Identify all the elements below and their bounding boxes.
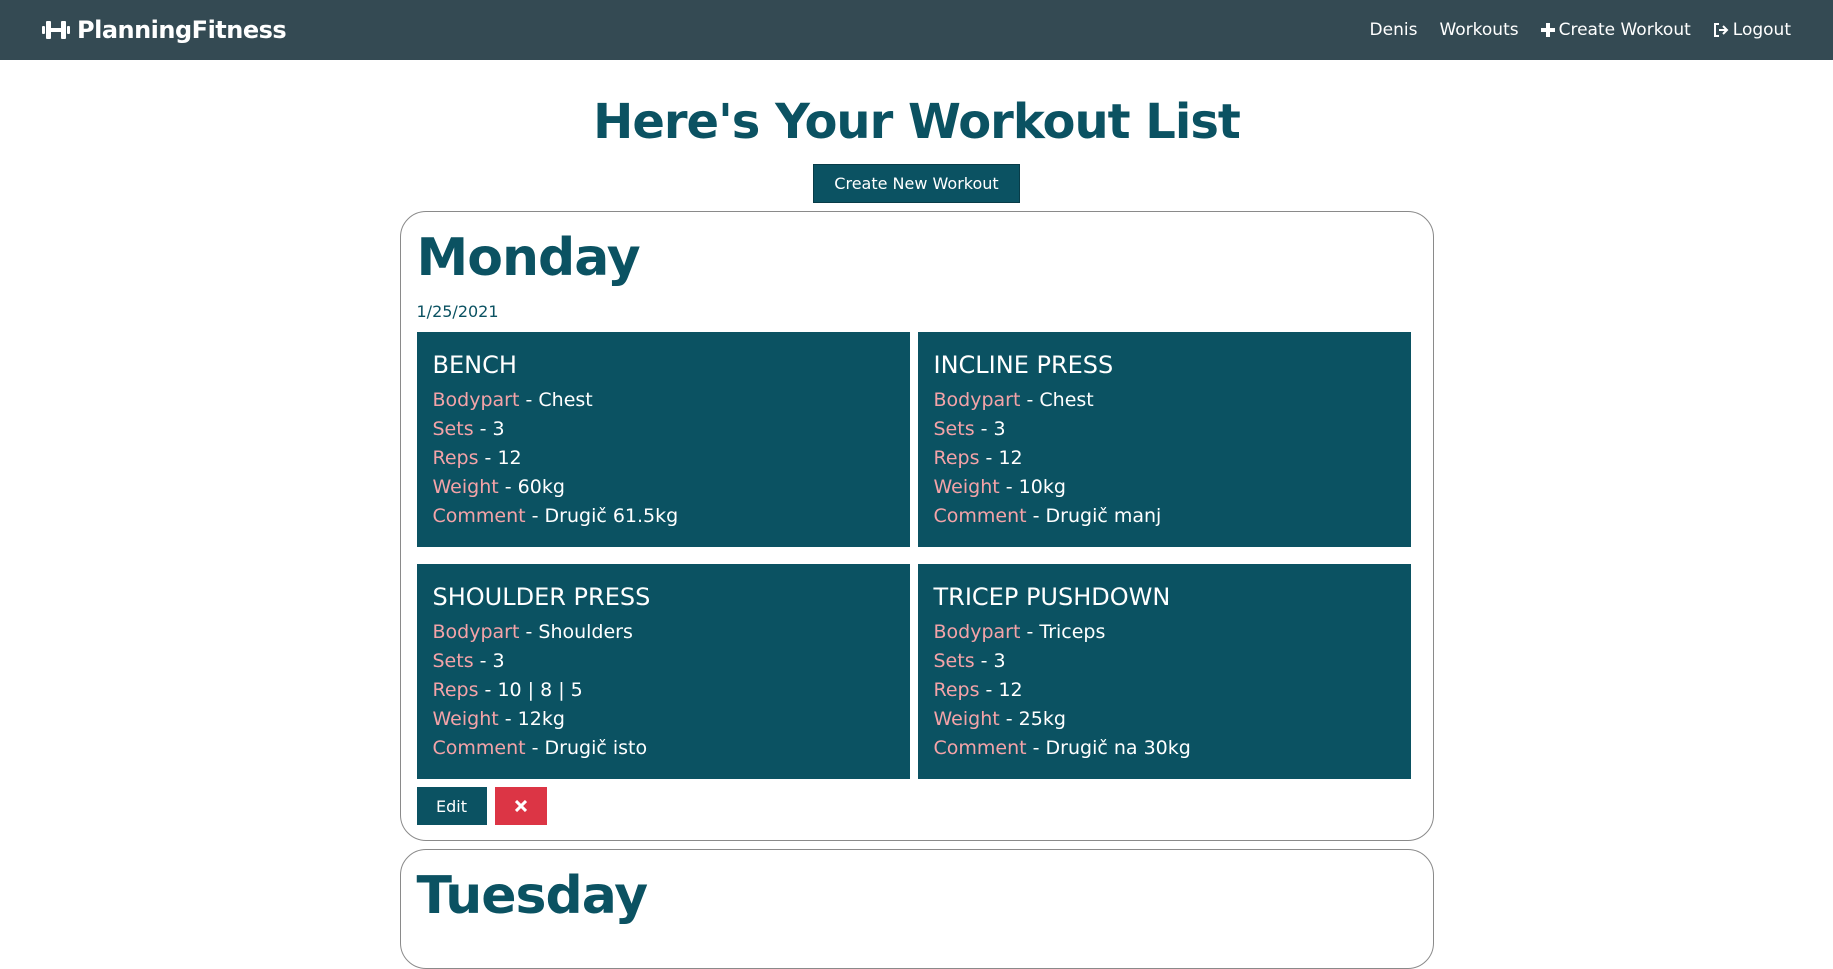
day-title: Tuesday — [416, 866, 649, 926]
page-title: Here's Your Workout List — [593, 94, 1241, 150]
reps-value: - 12 — [484, 447, 522, 469]
sets-value: - 3 — [980, 650, 1006, 672]
comment-value: - Drugič 61.5kg — [531, 505, 679, 527]
weight-value: - 60kg — [504, 476, 565, 498]
exercise-weight: Weight - 25kg — [934, 705, 1395, 734]
sets-label: Sets — [432, 418, 474, 440]
exercise-weight: Weight - 60kg — [433, 473, 894, 502]
nav-link-workouts[interactable]: Workouts — [1439, 20, 1518, 40]
exercise-reps: Reps - 12 — [433, 444, 894, 473]
exercise-grid: BENCH Bodypart - Chest Sets - 3 Reps - 1… — [416, 332, 1411, 779]
weight-value: - 12kg — [504, 708, 565, 730]
comment-label: Comment — [933, 505, 1027, 527]
bodypart-label: Bodypart — [432, 621, 520, 643]
bodypart-value: - Chest — [1026, 389, 1094, 411]
exercise-bodypart: Bodypart - Chest — [934, 386, 1395, 415]
dumbbell-icon — [42, 21, 70, 39]
sets-label: Sets — [933, 418, 975, 440]
navbar: PlanningFitness Denis Workouts Create Wo… — [0, 0, 1833, 60]
nav-link-logout[interactable]: Logout — [1713, 20, 1791, 40]
exercise-card: SHOULDER PRESS Bodypart - Shoulders Sets… — [416, 564, 910, 779]
exercise-name: BENCH — [432, 351, 517, 379]
weight-value: - 10kg — [1005, 476, 1066, 498]
comment-value: - Drugič manj — [1032, 505, 1162, 527]
exercise-card: TRICEP PUSHDOWN Bodypart - Triceps Sets … — [917, 564, 1411, 779]
sets-value: - 3 — [980, 418, 1006, 440]
bodypart-value: - Chest — [525, 389, 593, 411]
day-date: 1/25/2021 — [416, 302, 499, 321]
exercise-card: INCLINE PRESS Bodypart - Chest Sets - 3 … — [917, 332, 1411, 547]
exercise-bodypart: Bodypart - Shoulders — [433, 618, 894, 647]
exercise-reps: Reps - 10 | 8 | 5 — [433, 676, 894, 705]
bodypart-label: Bodypart — [933, 389, 1021, 411]
sets-value: - 3 — [479, 418, 505, 440]
exercise-comment: Comment - Drugič na 30kg — [934, 734, 1395, 763]
exercise-sets: Sets - 3 — [433, 415, 894, 444]
exercise-card: BENCH Bodypart - Chest Sets - 3 Reps - 1… — [416, 332, 910, 547]
day-card-tuesday: Tuesday — [399, 849, 1434, 969]
reps-label: Reps — [432, 679, 479, 701]
exercise-weight: Weight - 10kg — [934, 473, 1395, 502]
exercise-name: TRICEP PUSHDOWN — [933, 583, 1171, 611]
exercise-sets: Sets - 3 — [934, 415, 1395, 444]
exercise-name: SHOULDER PRESS — [432, 583, 651, 611]
exercise-reps: Reps - 12 — [934, 444, 1395, 473]
exercise-weight: Weight - 12kg — [433, 705, 894, 734]
comment-label: Comment — [432, 505, 526, 527]
comment-value: - Drugič isto — [531, 737, 648, 759]
nav-link-user[interactable]: Denis — [1370, 20, 1418, 40]
exercise-bodypart: Bodypart - Triceps — [934, 618, 1395, 647]
exercise-bodypart: Bodypart - Chest — [433, 386, 894, 415]
exercise-name: INCLINE PRESS — [933, 351, 1114, 379]
nav-link-create-workout[interactable]: Create Workout — [1540, 20, 1691, 40]
exercise-comment: Comment - Drugič 61.5kg — [433, 502, 894, 531]
exercise-sets: Sets - 3 — [934, 647, 1395, 676]
bodypart-value: - Shoulders — [525, 621, 633, 643]
nav-link-logout-label: Logout — [1732, 20, 1791, 40]
reps-label: Reps — [432, 447, 479, 469]
brand-name: PlanningFitness — [77, 16, 287, 44]
bodypart-label: Bodypart — [933, 621, 1021, 643]
edit-button[interactable]: Edit — [416, 787, 487, 825]
day-card-monday: Monday 1/25/2021 BENCH Bodypart - Chest … — [399, 211, 1434, 841]
comment-label: Comment — [933, 737, 1027, 759]
comment-label: Comment — [432, 737, 526, 759]
sets-label: Sets — [933, 650, 975, 672]
day-actions: Edit — [416, 787, 1409, 825]
bodypart-value: - Triceps — [1026, 621, 1106, 643]
nav-link-create-workout-label: Create Workout — [1558, 20, 1691, 40]
weight-label: Weight — [432, 708, 499, 730]
comment-value: - Drugič na 30kg — [1032, 737, 1191, 759]
sign-out-icon — [1713, 23, 1729, 37]
close-icon — [514, 800, 527, 812]
exercise-comment: Comment - Drugič isto — [433, 734, 894, 763]
exercise-sets: Sets - 3 — [433, 647, 894, 676]
exercise-comment: Comment - Drugič manj — [934, 502, 1395, 531]
sets-label: Sets — [432, 650, 474, 672]
weight-label: Weight — [933, 476, 1000, 498]
day-title: Monday — [416, 228, 641, 288]
create-new-workout-button[interactable]: Create New Workout — [813, 164, 1020, 203]
weight-value: - 25kg — [1005, 708, 1066, 730]
brand-link[interactable]: PlanningFitness — [42, 16, 287, 44]
bodypart-label: Bodypart — [432, 389, 520, 411]
exercise-reps: Reps - 12 — [934, 676, 1395, 705]
weight-label: Weight — [933, 708, 1000, 730]
reps-value: - 12 — [985, 447, 1023, 469]
weight-label: Weight — [432, 476, 499, 498]
create-workout-wrap: Create New Workout — [0, 164, 1833, 203]
reps-value: - 10 | 8 | 5 — [484, 679, 583, 701]
plus-icon — [1540, 23, 1555, 37]
reps-value: - 12 — [985, 679, 1023, 701]
sets-value: - 3 — [479, 650, 505, 672]
delete-button[interactable] — [494, 787, 547, 825]
nav-links: Denis Workouts Create Workout Logout — [1348, 20, 1791, 40]
reps-label: Reps — [933, 447, 980, 469]
reps-label: Reps — [933, 679, 980, 701]
